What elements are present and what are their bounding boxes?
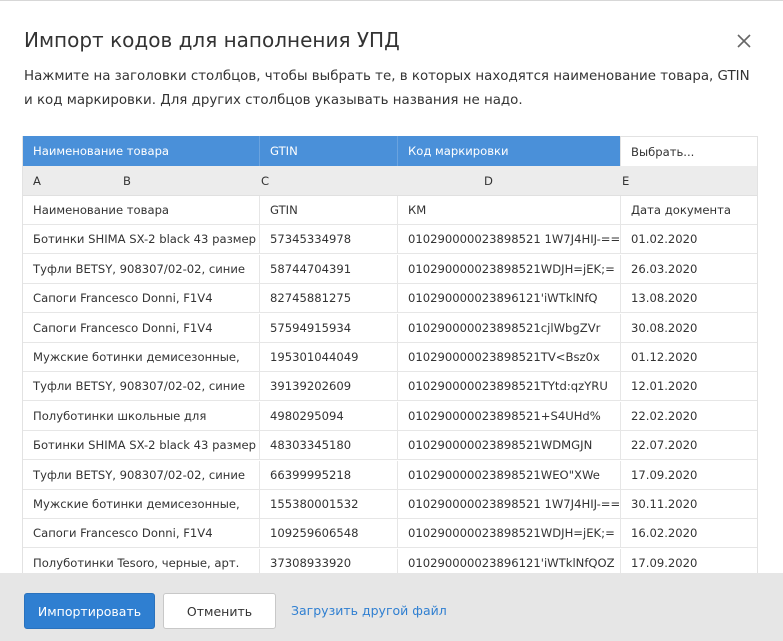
table-row: Туфли BETSY, 908307/02-02, синие 39139202… [23, 372, 757, 402]
table-row: Мужские ботинки демисезонные, 15538000153… [23, 490, 757, 519]
table-cell: 010290000023896121'iWTklNfQ [397, 284, 620, 313]
upload-other-file-link[interactable]: Загрузить другой файл [291, 603, 447, 618]
dialog-footer: Импортировать Отменить Загрузить другой … [0, 573, 783, 641]
table-cell: 22.07.2020 [620, 431, 757, 460]
table-row: Туфли BETSY, 908307/02-02, синие 58744704… [23, 254, 757, 284]
dialog-description: Нажмите на заголовки столбцов, чтобы выб… [24, 69, 750, 108]
table-cell: 010290000023898521 1W7J4HIJ-== [397, 225, 620, 254]
table-cell: Туфли BETSY, 908307/02-02, синие [33, 467, 246, 482]
table-row: Сапоги Francesco Donni, F1V4 109259606548… [23, 519, 757, 549]
table-cell: Туфли BETSY, 908307/02-02, синие [33, 379, 246, 394]
import-button[interactable]: Импортировать [24, 593, 155, 629]
table-cell: 57345334978 [259, 225, 397, 254]
table-row: Мужские ботинки демисезонные, 19530104404… [23, 343, 757, 372]
dialog-title: Импорт кодов для наполнения УПД [24, 28, 400, 52]
table-cell: 30.08.2020 [620, 313, 757, 342]
table-row: Полуботинки Tesoro, черные, арт. 37308933… [23, 548, 757, 573]
table-cell: Сапоги Francesco Donni, F1V4 [33, 526, 213, 541]
table-row: Ботинки SHIMA SX-2 black 43 размер 573453… [23, 225, 757, 255]
table-cell: 58744704391 [259, 254, 397, 283]
table-cell: 16.02.2020 [620, 519, 757, 548]
table-cell: 010290000023896121'iWTklNfQOZ [397, 548, 620, 573]
table-cell: Мужские ботинки демисезонные, [33, 497, 240, 511]
cancel-button[interactable]: Отменить [163, 593, 276, 629]
table-cell: 13.08.2020 [620, 284, 757, 313]
table-cell: 010290000023898521 1W7J4HIJ-== [397, 490, 620, 518]
table-cell: Полуботинки Tesoro, черные, арт. [33, 555, 240, 570]
column-letter-e: E [622, 173, 630, 188]
table-cell: 195301044049 [259, 343, 397, 371]
table-cell: 82745881275 [259, 284, 397, 313]
import-dialog: Импорт кодов для наполнения УПД Нажмите … [0, 0, 783, 641]
table-cell: 57594915934 [259, 313, 397, 342]
table-cell: 109259606548 [259, 519, 397, 548]
table-cell: Мужские ботинки демисезонные, [33, 350, 240, 364]
column-header-gtin[interactable]: GTIN [259, 136, 397, 166]
column-letter-c: C [261, 173, 270, 188]
table-cell: 17.09.2020 [620, 460, 757, 489]
table-cell: 12.01.2020 [620, 372, 757, 401]
column-header-product-name[interactable]: Наименование товара [23, 136, 259, 166]
table-cell: 01.02.2020 [620, 225, 757, 254]
table-cell: Дата документа [620, 196, 757, 224]
table-cell: КМ [397, 196, 620, 224]
table-cell: 010290000023898521WDJH=jEK;= [397, 519, 620, 548]
column-header-marking-code[interactable]: Код маркировки [397, 136, 620, 166]
table-cell: GTIN [259, 196, 397, 224]
table-cell: 01.12.2020 [620, 343, 757, 371]
table-cell: 010290000023898521WDMGJN [397, 431, 620, 460]
table-row: Ботинки SHIMA SX-2 black 43 размер 483033… [23, 431, 757, 461]
table-cell: Наименование товара [33, 203, 170, 217]
table-cell: Ботинки SHIMA SX-2 black 43 размер [33, 438, 256, 453]
table-cell: 010290000023898521TV<Bsz0x [397, 343, 620, 371]
table-cell: 010290000023898521TYtd:qzYRU [397, 372, 620, 401]
table-cell: 010290000023898521cjlWbgZVr [397, 313, 620, 342]
table-cell: Полуботинки школьные для [33, 408, 207, 423]
table-cell: 37308933920 [259, 548, 397, 573]
table-cell: 4980295094 [259, 401, 397, 430]
table-cell: 48303345180 [259, 431, 397, 460]
close-icon[interactable] [733, 30, 755, 52]
table-cell: 010290000023898521+S4UHd% [397, 401, 620, 430]
table-cell: Сапоги Francesco Donni, F1V4 [33, 320, 213, 335]
table-cell: Сапоги Francesco Donni, F1V4 [33, 291, 213, 306]
table-cell: 010290000023898521WDJH=jEK;= [397, 254, 620, 283]
table-cell: 66399995218 [259, 460, 397, 489]
column-header-select[interactable]: Выбрать... [620, 136, 757, 166]
table-row: Туфли BETSY, 908307/02-02, синие 66399995… [23, 460, 757, 490]
table-cell: Ботинки SHIMA SX-2 black 43 размер [33, 232, 256, 247]
column-letter-a: A [33, 173, 41, 188]
table-row: Сапоги Francesco Donni, F1V4 82745881275 0… [23, 284, 757, 314]
table-cell: Туфли BETSY, 908307/02-02, синие [33, 261, 246, 276]
column-letter-b: B [123, 173, 131, 188]
table-cell: 26.03.2020 [620, 254, 757, 283]
column-letters-row: A B C D E [23, 166, 757, 196]
table-row: Сапоги Francesco Donni, F1V4 57594915934 0… [23, 313, 757, 343]
table-cell: 010290000023898521WEO"XWe [397, 460, 620, 489]
table-cell: 39139202609 [259, 372, 397, 401]
table-cell: 30.11.2020 [620, 490, 757, 518]
table-cell: 17.09.2020 [620, 548, 757, 573]
preview-table: Наименование товара GTIN Код маркировки … [22, 136, 758, 573]
column-letter-d: D [484, 173, 493, 188]
table-cell: 155380001532 [259, 490, 397, 518]
column-header-row: Наименование товара GTIN Код маркировки … [23, 136, 757, 166]
table-row: Полуботинки школьные для 4980295094 010290… [23, 401, 757, 431]
table-row: Наименование товара GTIN КМ Дата документа [23, 196, 757, 225]
table-cell: 22.02.2020 [620, 401, 757, 430]
